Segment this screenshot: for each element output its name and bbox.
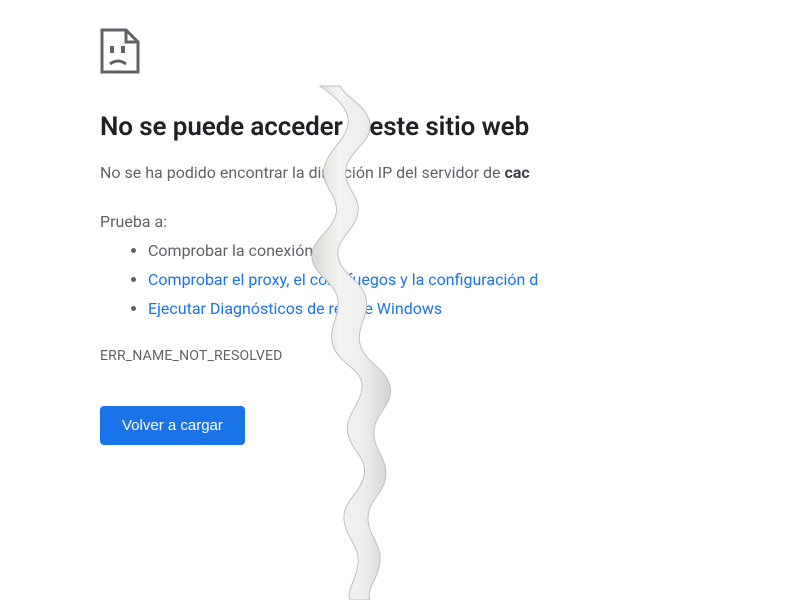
page-title: No se puede acceder a este sitio web (100, 112, 700, 142)
reload-button[interactable]: Volver a cargar (100, 406, 245, 445)
error-code: ERR_NAME_NOT_RESOLVED (100, 348, 700, 364)
suggestion-item: Comprobar la conexión (148, 237, 700, 266)
suggestion-item: Comprobar el proxy, el cortafuegos y la … (148, 266, 700, 295)
subtitle-text: No se ha podido encontrar la dirección I… (100, 163, 504, 182)
error-subtitle: No se ha podido encontrar la dirección I… (100, 162, 700, 184)
suggestion-item: Ejecutar Diagnósticos de red de Windows (148, 295, 700, 324)
subtitle-host: cac (504, 163, 529, 182)
suggestion-link-proxy[interactable]: Comprobar el proxy, el cortafuegos y la … (148, 270, 538, 289)
suggestion-text: Comprobar la conexión (148, 241, 313, 260)
try-label: Prueba a: (100, 212, 700, 231)
suggestion-list: Comprobar la conexión Comprobar el proxy… (100, 237, 700, 323)
sad-page-icon (100, 28, 140, 74)
suggestion-link-diagnostics[interactable]: Ejecutar Diagnósticos de red de Windows (148, 299, 442, 318)
